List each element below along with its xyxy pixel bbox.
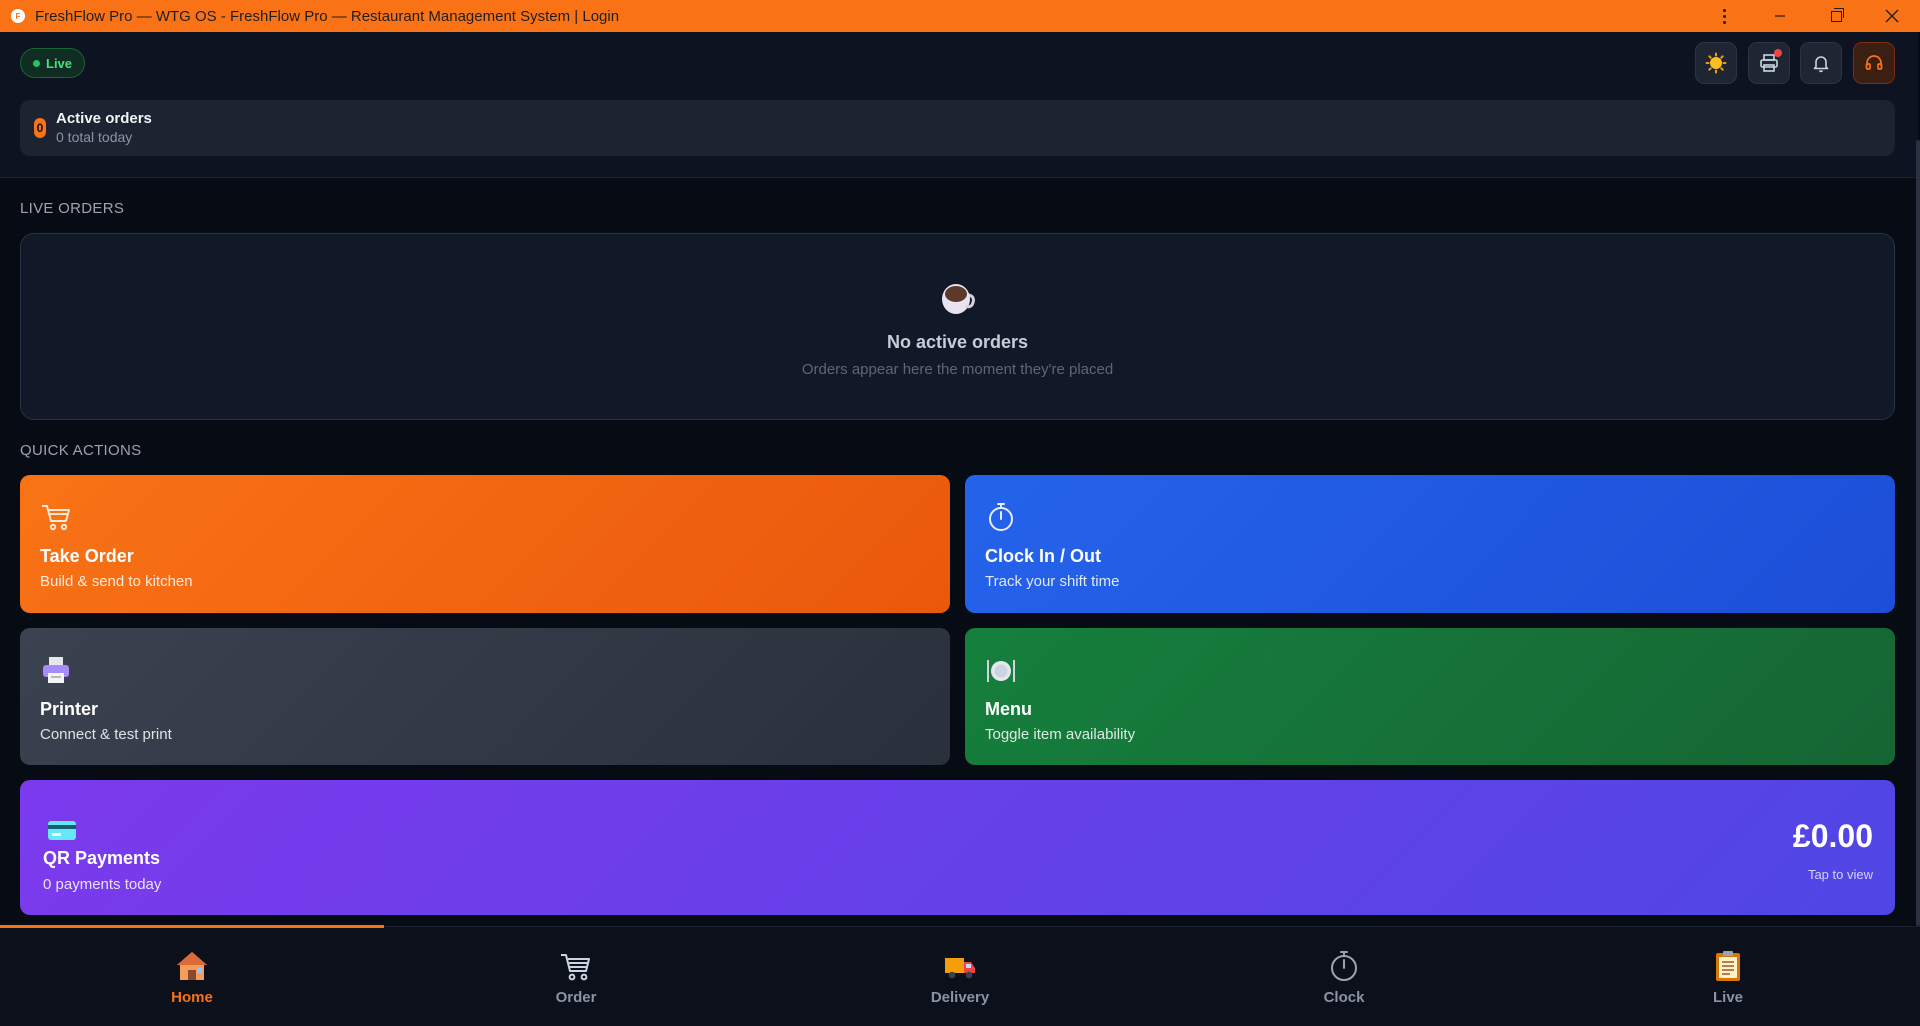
- take-order-subtitle: Build & send to kitchen: [40, 573, 193, 590]
- more-options-icon[interactable]: [1696, 0, 1752, 32]
- app-logo-icon: F: [11, 9, 25, 23]
- stopwatch-icon: [989, 503, 1013, 531]
- nav-active-indicator: [0, 925, 384, 928]
- nav-item-order[interactable]: Order: [384, 927, 768, 1026]
- close-button[interactable]: [1864, 0, 1920, 32]
- quick-actions-heading: QUICK ACTIONS: [20, 442, 142, 459]
- qr-payments-subtitle: 0 payments today: [43, 876, 162, 893]
- bottom-navigation: Home Order Delivery Clock Live: [0, 925, 1920, 1026]
- active-orders-title: Active orders: [56, 110, 152, 127]
- printer-card[interactable]: Printer Connect & test print: [20, 628, 950, 765]
- take-order-card[interactable]: Take Order Build & send to kitchen: [20, 475, 950, 613]
- clock-in-out-card[interactable]: Clock In / Out Track your shift time: [965, 475, 1895, 613]
- menu-card[interactable]: Menu Toggle item availability: [965, 628, 1895, 765]
- menu-title: Menu: [985, 699, 1032, 719]
- printer-alert-dot: [1774, 49, 1782, 57]
- house-icon: [177, 952, 207, 980]
- shopping-cart-icon: [42, 505, 70, 531]
- nav-label-delivery: Delivery: [930, 989, 990, 1006]
- live-status-badge: Live: [20, 48, 86, 78]
- window-controls: [1696, 0, 1920, 32]
- scrollbar[interactable]: [1916, 140, 1920, 926]
- nav-label-clock: Clock: [1323, 989, 1365, 1006]
- restore-button[interactable]: [1808, 0, 1864, 32]
- nav-item-live[interactable]: Live: [1536, 927, 1920, 1026]
- nav-label-live: Live: [1712, 989, 1743, 1006]
- bell-icon: [1813, 56, 1829, 73]
- clipboard-icon: [1716, 951, 1740, 981]
- active-orders-subtitle: 0 total today: [56, 129, 133, 145]
- headset-icon: [1865, 55, 1883, 70]
- nav-item-home[interactable]: Home: [0, 927, 384, 1026]
- take-order-title: Take Order: [40, 546, 134, 566]
- plate-cutlery-icon: [987, 660, 1015, 682]
- printer-subtitle: Connect & test print: [40, 726, 172, 743]
- truck-icon: [945, 958, 975, 979]
- coffee-cup-icon: [942, 284, 975, 314]
- nav-label-order: Order: [555, 989, 597, 1006]
- clock-in-out-subtitle: Track your shift time: [985, 573, 1120, 590]
- active-orders-count: 0: [34, 118, 46, 138]
- support-button[interactable]: [1853, 42, 1895, 84]
- theme-toggle-button[interactable]: [1695, 42, 1737, 84]
- credit-card-icon: [48, 821, 76, 840]
- notifications-button[interactable]: [1800, 42, 1842, 84]
- qr-payments-total: £0.00: [1792, 818, 1873, 854]
- sun-icon: [1705, 52, 1727, 74]
- printer-title: Printer: [40, 699, 99, 719]
- live-dot-icon: [33, 59, 40, 67]
- nav-item-delivery[interactable]: Delivery: [768, 927, 1152, 1026]
- window-title: FreshFlow Pro — WTG OS - FreshFlow Pro —…: [35, 7, 620, 25]
- minimize-button[interactable]: [1752, 0, 1808, 32]
- qr-payments-card[interactable]: QR Payments 0 payments today £0.00 Tap t…: [20, 780, 1895, 915]
- qr-payments-title: QR Payments: [43, 848, 161, 868]
- cart-icon: [561, 954, 590, 981]
- nav-label-home: Home: [171, 989, 213, 1006]
- printer-status-button[interactable]: [1748, 42, 1790, 84]
- active-orders-bar[interactable]: 0 Active orders 0 total today: [20, 100, 1895, 156]
- printer-icon: [43, 657, 69, 683]
- live-orders-empty-state: No active orders Orders appear here the …: [20, 233, 1895, 420]
- empty-state-title: No active orders: [886, 332, 1029, 352]
- window-titlebar: F FreshFlow Pro — WTG OS - FreshFlow Pro…: [0, 0, 1920, 32]
- live-orders-heading: LIVE ORDERS: [20, 200, 125, 217]
- stopwatch-icon: [1331, 951, 1357, 981]
- nav-item-clock[interactable]: Clock: [1152, 927, 1536, 1026]
- qr-payments-tap-hint: Tap to view: [1807, 867, 1873, 882]
- clock-in-out-title: Clock In / Out: [985, 546, 1102, 566]
- app-header: Live 0 Active orders 0 total today: [0, 32, 1918, 178]
- live-label: Live: [46, 55, 73, 71]
- empty-state-subtitle: Orders appear here the moment they're pl…: [801, 361, 1114, 378]
- menu-subtitle: Toggle item availability: [985, 726, 1136, 743]
